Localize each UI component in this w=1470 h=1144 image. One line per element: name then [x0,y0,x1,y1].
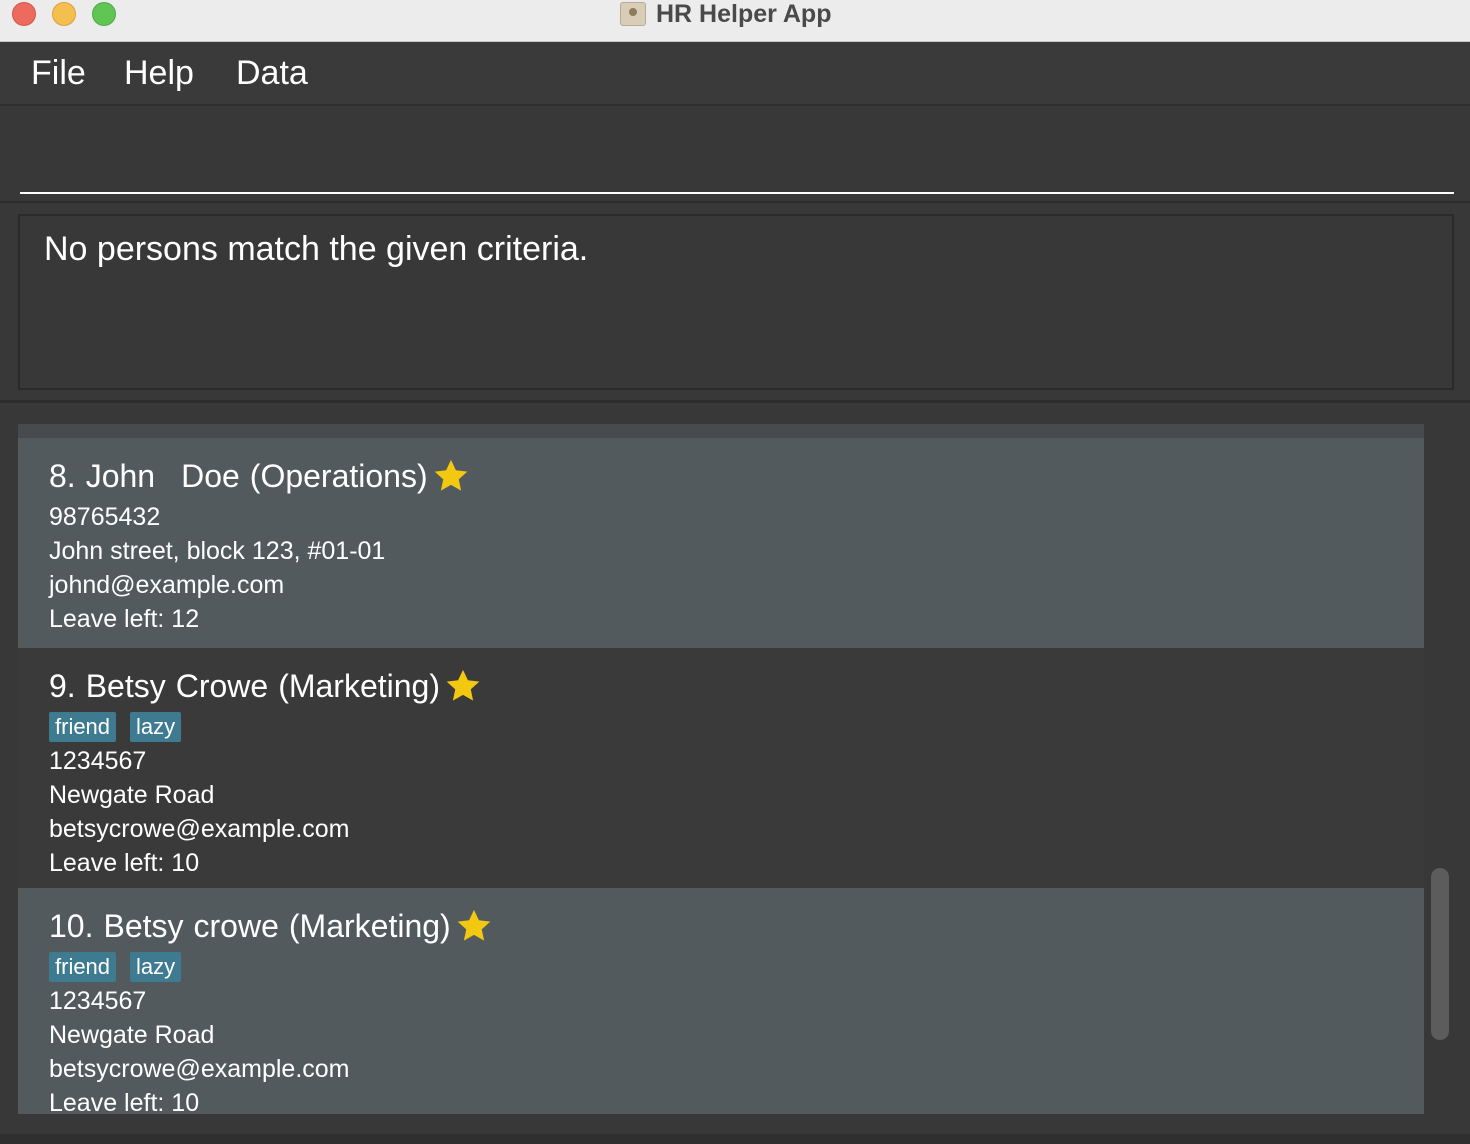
menu-bar: File Help Data [0,42,1470,106]
person-leave-left: Leave left: 12 [49,605,200,633]
tag-list: friend lazy [49,952,1424,982]
person-address: John street, block 123, #01-01 [49,537,386,565]
person-card[interactable]: 8. John Doe (Operations) 98765432 John s… [18,438,1424,648]
person-email: betsycrowe@example.com [49,815,350,843]
contacts-app-icon [620,2,646,26]
window-title-group: HR Helper App [620,0,831,28]
person-address: Newgate Road [49,1021,215,1049]
close-window-button[interactable] [12,2,36,26]
command-input[interactable] [20,116,1454,194]
person-card-header: 9. Betsy Crowe (Marketing) [49,664,1424,708]
person-index: 8. [49,457,76,494]
person-department: (Marketing) [288,907,451,944]
window-titlebar: HR Helper App [0,0,1470,42]
person-phone: 98765432 [49,503,161,531]
person-last-name: crowe [193,907,279,944]
person-first-name: Betsy [85,667,166,704]
person-department: (Operations) [249,457,428,494]
person-last-name: Crowe [175,667,269,704]
person-leave-left: Leave left: 10 [49,849,200,877]
divider [0,400,1470,403]
person-address: Newgate Road [49,781,215,809]
tag-list: friend lazy [49,712,1424,742]
person-leave-left: Leave left: 10 [49,1089,200,1114]
person-card[interactable]: 9. Betsy Crowe (Marketing) friend lazy 1… [18,648,1424,888]
menu-data[interactable]: Data [236,54,308,93]
result-message: No persons match the given criteria. [44,230,589,268]
person-phone: 1234567 [49,987,147,1015]
person-email: johnd@example.com [49,571,285,599]
list-scrollbar-thumb[interactable] [1431,868,1449,1040]
person-card-header: 10. Betsy crowe (Marketing) [49,904,1424,948]
person-card-header: 8. John Doe (Operations) [49,454,1424,498]
person-list[interactable]: 8. John Doe (Operations) 98765432 John s… [18,424,1424,1114]
person-phone: 1234567 [49,747,147,775]
divider [0,201,1470,203]
person-index: 10. [49,907,94,944]
star-icon [446,669,480,701]
tag-badge: lazy [130,952,182,982]
tag-badge: lazy [130,712,182,742]
star-icon [457,909,490,941]
command-box [0,106,1470,202]
person-card[interactable]: 10. Betsy crowe (Marketing) friend lazy … [18,888,1424,1114]
menu-file[interactable]: File [31,54,86,93]
menu-help[interactable]: Help [124,54,194,93]
person-first-name: John [85,457,156,494]
tag-badge: friend [49,952,117,982]
result-display: No persons match the given criteria. [18,214,1454,390]
person-department: (Marketing) [278,667,440,704]
person-last-name: Doe [181,457,240,494]
tag-badge: friend [49,712,117,742]
minimize-window-button[interactable] [52,2,76,26]
person-index: 9. [49,667,76,704]
status-bar [0,1134,1470,1144]
star-icon [434,459,467,491]
window-title: HR Helper App [656,0,832,28]
person-email: betsycrowe@example.com [49,1055,350,1083]
person-first-name: Betsy [103,907,184,944]
maximize-window-button[interactable] [92,2,116,26]
